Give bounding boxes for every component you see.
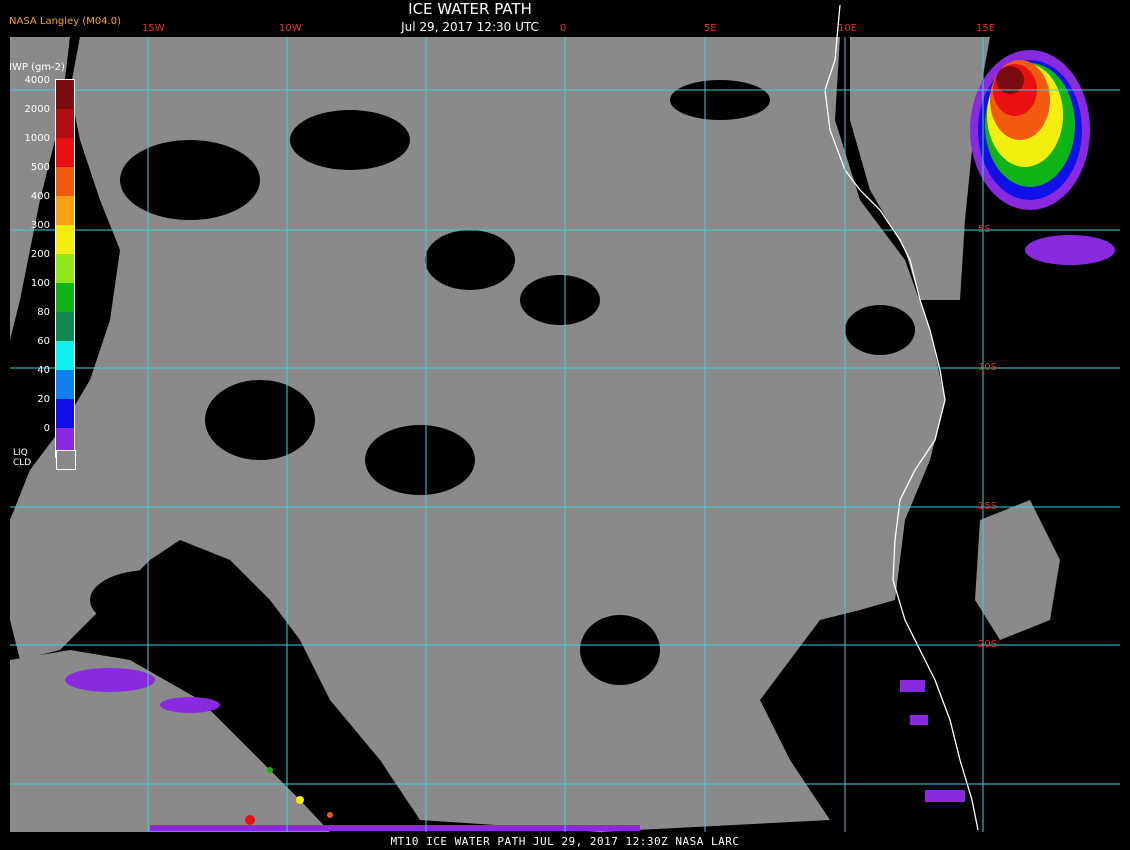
- map-title: ICE WATER PATH: [408, 0, 532, 18]
- footer-caption: MT10 ICE WATER PATH JUL 29, 2017 12:30Z …: [390, 835, 740, 848]
- liquid-cloud-label-line1: LIQ: [13, 448, 28, 458]
- liquid-cloud-label-line2: CLD: [13, 458, 32, 468]
- legend-value-label: 40: [37, 365, 50, 376]
- longitude-label: 15E: [976, 23, 996, 34]
- legend-value-label: 0: [43, 423, 50, 434]
- longitude-label: 15W: [142, 23, 165, 34]
- latitude-label: 5S: [978, 224, 991, 235]
- latitude-label: 20S: [978, 639, 998, 650]
- credit-label: NASA Langley (M04.0): [9, 16, 121, 27]
- longitude-label: 5E: [704, 23, 717, 34]
- liquid-cloud-swatch: [56, 450, 76, 470]
- legend-value-label: 300: [30, 220, 50, 231]
- liquid-cloud-label: LIQ CLD: [13, 448, 31, 468]
- map-view: ICE WATER PATH Jul 29, 2017 12:30 UTC NA…: [0, 0, 1130, 850]
- longitude-label: 10E: [838, 23, 858, 34]
- map-timestamp: Jul 29, 2017 12:30 UTC: [401, 20, 539, 34]
- legend-value-label: 2000: [24, 104, 50, 115]
- legend-value-label: 80: [37, 307, 50, 318]
- longitude-label: 0: [560, 23, 567, 34]
- legend-value-label: 4000: [24, 75, 50, 86]
- legend-value-label: 500: [30, 162, 50, 173]
- legend-value-label: 400: [30, 191, 50, 202]
- legend-border: [55, 79, 75, 458]
- legend-value-label: 1000: [24, 133, 50, 144]
- legend-value-label: 20: [37, 394, 50, 405]
- satellite-map: [0, 0, 1130, 850]
- legend-value-label: 100: [30, 278, 50, 289]
- latitude-label: 15S: [978, 501, 998, 512]
- latitude-label: 10S: [978, 362, 998, 373]
- longitude-label: 10W: [279, 23, 302, 34]
- legend-value-label: 60: [37, 336, 50, 347]
- legend-value-label: 200: [30, 249, 50, 260]
- legend-title: IWP (gm-2): [9, 62, 65, 73]
